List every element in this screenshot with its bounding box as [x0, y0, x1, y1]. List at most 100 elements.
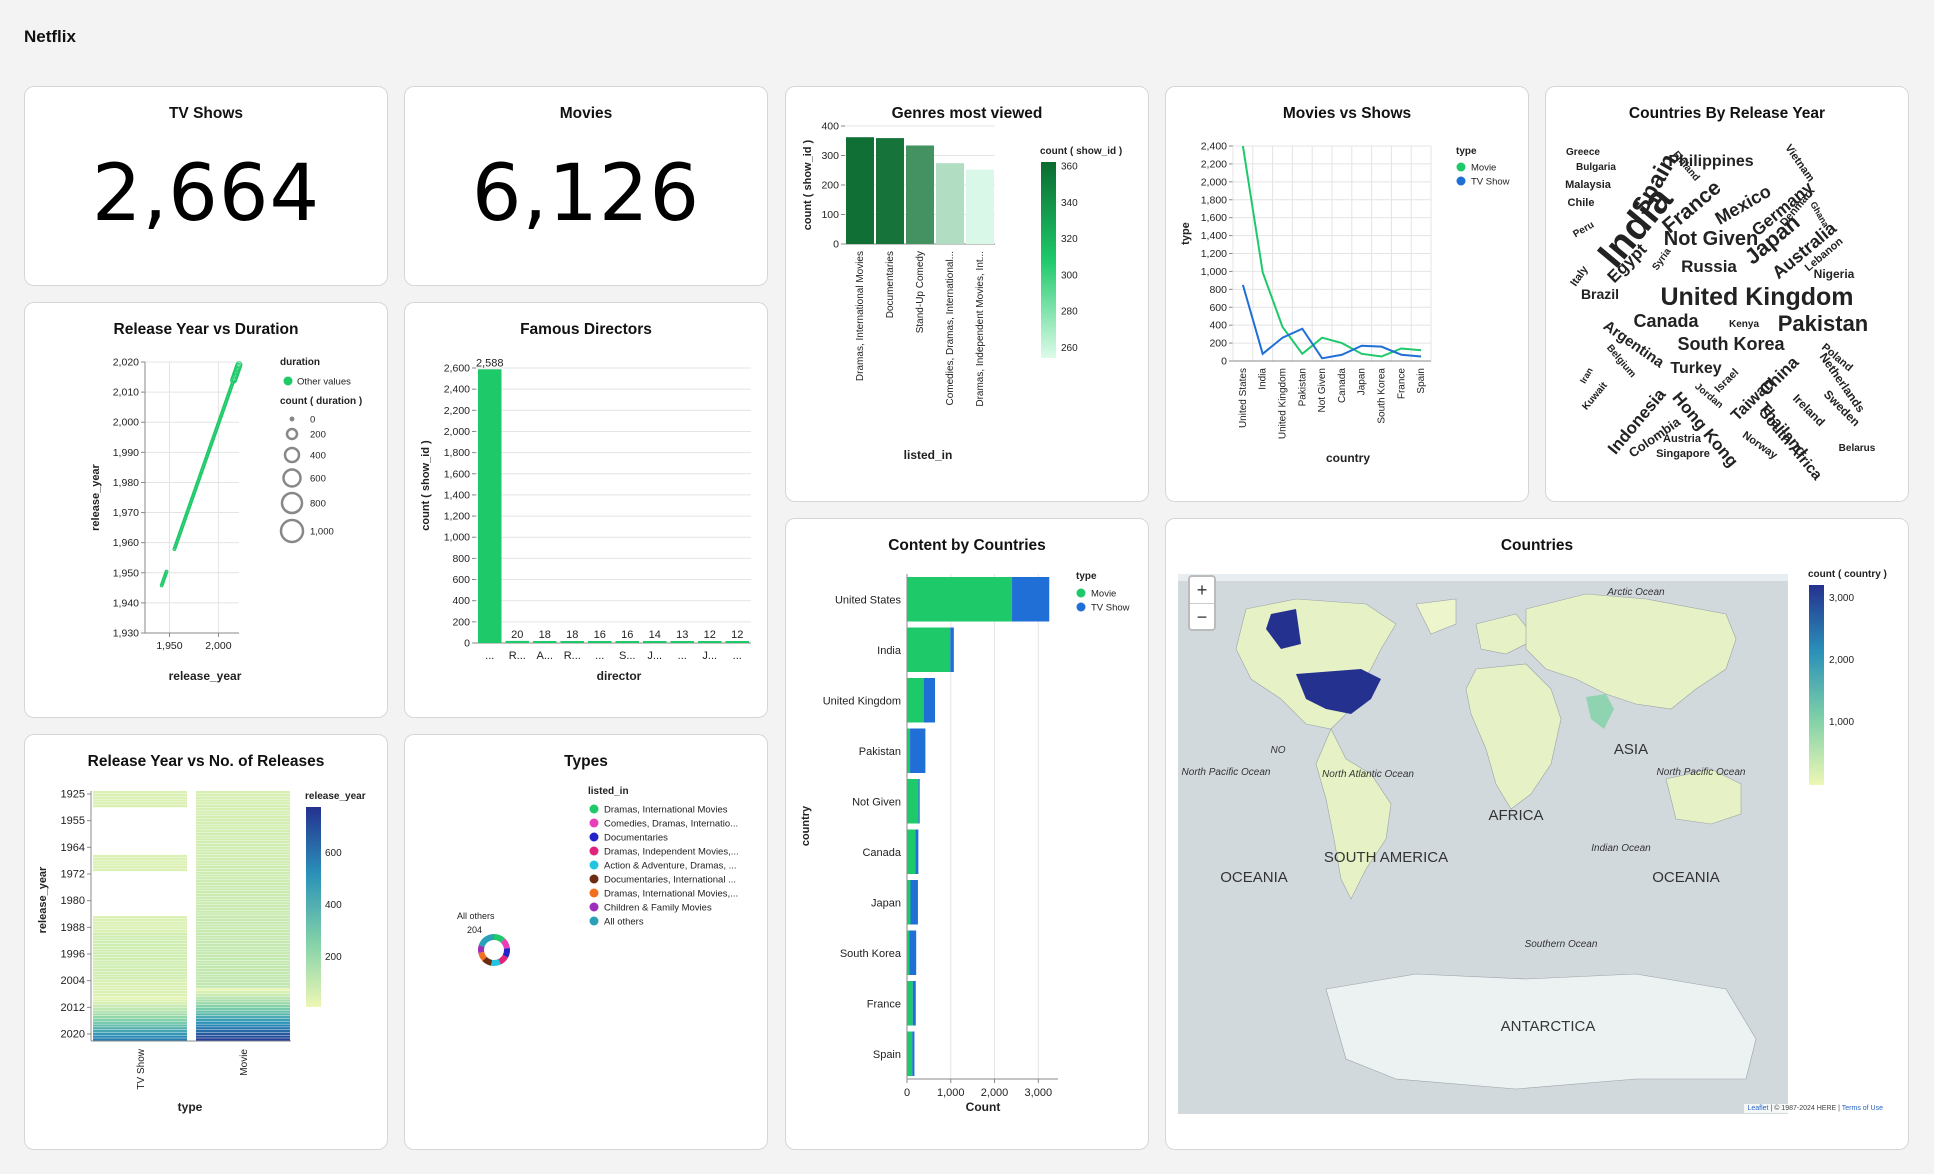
bar — [560, 641, 584, 643]
heatmap-cell — [196, 1024, 290, 1027]
legend-tick-label: 260 — [1061, 343, 1078, 354]
heatmap-cell — [196, 835, 290, 838]
bar-movie — [907, 880, 911, 925]
heatmap-cell — [93, 932, 187, 936]
heatmap-cell — [93, 1004, 187, 1008]
heatmap-cell — [93, 974, 187, 977]
y-tick-label: 1,970 — [113, 507, 139, 519]
wordcloud-card: Countries By Release Year Greece Bulgaria… — [1545, 86, 1909, 502]
heatmap-cell — [196, 885, 290, 888]
heatmap-cell — [196, 1035, 290, 1038]
y-tick-label: United States — [835, 594, 902, 606]
heatmap-cell — [196, 868, 290, 872]
bar — [478, 369, 502, 643]
directors-chart: 0 200 400 600 800 1,000 1,200 1,400 1,600 1,800 2,… — [420, 357, 751, 683]
x-axis-label: director — [597, 669, 642, 683]
heatmap-cell — [93, 927, 187, 930]
zoom-in-button[interactable]: + — [1190, 577, 1214, 603]
y-tick-label: 1988 — [61, 922, 85, 934]
y-tick-label: 2,010 — [113, 387, 139, 399]
bar — [505, 640, 529, 643]
kpi-tv-card: TV Shows 2,664 — [24, 86, 388, 286]
legend-gradient — [1041, 162, 1056, 358]
heatmap-cell — [196, 979, 290, 983]
terms-of-use-link[interactable]: Terms of Use — [1842, 1105, 1883, 1112]
data-label: 20 — [511, 629, 523, 641]
legend-symbol — [283, 376, 293, 386]
x-tick-label: Dramas, Independent Movies, Int... — [975, 251, 986, 407]
heatmap-cell — [93, 924, 187, 927]
y-tick-label: 400 — [452, 595, 470, 607]
donut-slice — [482, 956, 493, 966]
heatmap-cell — [93, 918, 187, 922]
y-tick-label: 1980 — [61, 895, 85, 907]
legend-title: count ( show_id ) — [1040, 146, 1122, 157]
x-tick-label: ... — [595, 650, 604, 662]
word: Chile — [1568, 197, 1595, 209]
heatmap-cell — [196, 907, 290, 911]
bar — [966, 169, 994, 244]
releases-card: Release Year vs No. of Releases 1925 1955… — [24, 734, 388, 1150]
x-tick-label: Not Given — [1317, 368, 1328, 412]
y-axis-label: count ( show_id ) — [802, 139, 814, 230]
legend-symbol — [1076, 588, 1086, 598]
legend-label: 200 — [310, 430, 326, 441]
bar-movie — [907, 981, 913, 1026]
bar-movie — [907, 577, 1013, 622]
heatmap-cell — [93, 804, 187, 808]
legend-label: Movie — [1471, 163, 1496, 174]
heatmap-cell — [196, 866, 290, 869]
map-label: North Pacific Ocean — [1657, 767, 1746, 778]
x-tick-label: J... — [702, 650, 717, 662]
legend-tick-label: 2,000 — [1829, 655, 1854, 666]
x-tick-label: TV Show — [136, 1048, 147, 1089]
x-tick-label: Comedies, Dramas, International... — [945, 251, 956, 406]
heatmap-cell — [196, 916, 290, 919]
legend-title: duration — [280, 357, 320, 368]
bar-movie — [907, 728, 911, 773]
y-tick-label: 1,980 — [113, 477, 139, 489]
heatmap-cell — [196, 985, 290, 988]
heatmap-cell — [196, 807, 290, 811]
legend-label: 800 — [310, 499, 326, 510]
map-label: OCEANIA — [1652, 869, 1720, 886]
word: United Kingdom — [1660, 283, 1853, 311]
y-tick-label: 2012 — [61, 1002, 85, 1014]
heatmap-cell — [196, 991, 290, 994]
heatmap-cell — [196, 982, 290, 986]
heatmap-cell — [196, 804, 290, 808]
donut-slice — [493, 934, 505, 943]
legend-size-circle — [285, 427, 299, 441]
legend-label: 400 — [310, 451, 326, 462]
x-tick-label: Stand-Up Comedy — [915, 251, 926, 333]
y-tick-label: 2004 — [61, 975, 85, 987]
heatmap-cell — [196, 874, 290, 877]
heatmap-cell — [196, 999, 290, 1002]
zoom-out-button[interactable]: − — [1190, 603, 1214, 629]
heatmap-cell — [93, 854, 187, 858]
y-tick-label: 1,000 — [444, 532, 470, 544]
heatmap-cell — [93, 1032, 187, 1036]
heatmap-cell — [196, 871, 290, 874]
legend-tick-label: 3,000 — [1829, 593, 1854, 604]
bar — [876, 138, 904, 244]
legend-tick-label: 400 — [325, 900, 342, 911]
data-label: 18 — [566, 629, 578, 641]
heatmap-cell — [93, 921, 187, 924]
heatmap-cell — [93, 866, 187, 869]
bar — [906, 145, 934, 244]
heatmap-cell — [196, 860, 290, 863]
x-tick-label: Japan — [1357, 368, 1368, 395]
wordcloud-chart: GreeceBulgariaMalaysiaChilePeruItalySpai… — [1565, 142, 1876, 484]
heatmap-cell — [196, 857, 290, 861]
bar-tv-show — [909, 930, 917, 975]
legend-label: Children & Family Movies — [604, 903, 712, 914]
legend-size-circle — [283, 446, 301, 464]
leaflet-link[interactable]: Leaflet — [1747, 1105, 1768, 1112]
heatmap-cell — [196, 816, 290, 819]
heatmap-cell — [93, 968, 187, 972]
y-tick-label: 800 — [1209, 284, 1227, 296]
word: South Korea — [1677, 334, 1785, 354]
heatmap-cell — [196, 1032, 290, 1036]
world-map[interactable]: Arctic Ocean North Pacific Ocean North Atl… — [1166, 519, 1909, 1150]
